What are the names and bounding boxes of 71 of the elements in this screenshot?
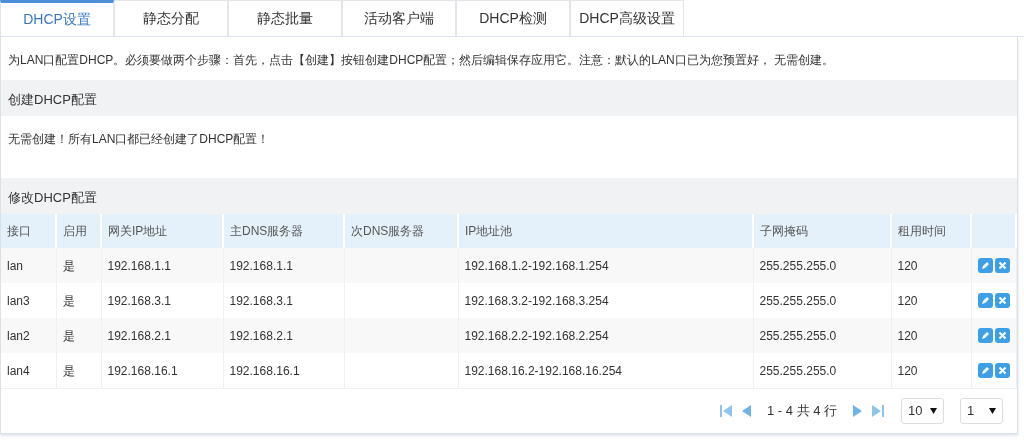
page-select[interactable]: 1 <box>960 398 1003 424</box>
column-header: 次DNS服务器 <box>344 214 458 248</box>
tab[interactable]: 静态批量 <box>228 0 342 36</box>
table-cell: 192.168.3.2-192.168.3.254 <box>464 293 609 308</box>
caret-icon <box>989 408 996 414</box>
table-cell: 是 <box>62 328 75 343</box>
table-cell: 192.168.16.2-192.168.16.254 <box>464 363 622 378</box>
tab[interactable]: 静态分配 <box>114 0 228 36</box>
column-header: 启用 <box>56 214 101 248</box>
edit-button[interactable] <box>977 327 993 343</box>
column-header: IP地址池 <box>458 214 753 248</box>
table-cell: 192.168.2.2-192.168.2.254 <box>464 328 609 343</box>
last-page-icon <box>871 403 885 419</box>
table-cell: lan3 <box>7 293 30 308</box>
table-cell: 120 <box>897 258 918 273</box>
close-icon <box>997 260 1007 270</box>
column-header: 主DNS服务器 <box>223 214 344 248</box>
table-cell: 255.255.255.0 <box>759 328 837 343</box>
table-cell: 120 <box>897 293 918 308</box>
section-header: 修改DHCP配置 <box>1 178 1017 214</box>
delete-button[interactable] <box>994 327 1010 343</box>
column-header: 接口 <box>1 214 56 248</box>
table-cell: lan <box>7 258 23 273</box>
table-cell: lan4 <box>7 363 30 378</box>
table-cell: 是 <box>62 363 75 378</box>
table-cell: 120 <box>897 363 918 378</box>
tab[interactable]: DHCP设置 <box>0 0 114 36</box>
pencil-icon <box>980 295 990 305</box>
delete-button[interactable] <box>994 257 1010 273</box>
close-icon <box>997 330 1007 340</box>
delete-button[interactable] <box>994 292 1010 308</box>
table-cell: 是 <box>62 293 75 308</box>
edit-button[interactable] <box>977 362 993 378</box>
page-size-select[interactable]: 10 <box>901 398 944 424</box>
table-cell: 192.168.2.1 <box>107 328 171 343</box>
tab[interactable]: 活动客户端 <box>342 0 456 36</box>
table-cell: 192.168.1.1 <box>229 258 293 273</box>
page-info: 1 - 4 共 4 行 <box>766 402 837 421</box>
table-cell: lan2 <box>7 328 30 343</box>
pencil-icon <box>980 330 990 340</box>
edit-button[interactable] <box>977 257 993 273</box>
table-cell: 192.168.16.1 <box>107 363 178 378</box>
description-text: 为LAN口配置DHCP。必须要做两个步骤：首先，点击【创建】按钮创建DHCP配置；然后编辑保存应用它。注意：默认的LAN口已为您预置好， 无需创建。 <box>8 53 835 67</box>
tab[interactable]: DHCP高级设置 <box>570 0 684 36</box>
delete-button[interactable] <box>994 362 1010 378</box>
section-header: 创建DHCP配置 <box>1 80 1017 116</box>
column-header: 租用时间 <box>891 214 971 248</box>
table-cell: 192.168.16.1 <box>229 363 300 378</box>
pencil-icon <box>980 365 990 375</box>
table-cell: 255.255.255.0 <box>759 258 837 273</box>
first-page-button[interactable] <box>718 403 733 419</box>
column-header: 子网掩码 <box>753 214 891 248</box>
table-cell: 是 <box>62 258 75 273</box>
table-cell: 120 <box>897 328 918 343</box>
table-cell: 192.168.3.1 <box>229 293 293 308</box>
table-cell: 192.168.1.1 <box>107 258 171 273</box>
status-message: 无需创建！所有LAN口都已经创建了DHCP配置！ <box>8 132 270 146</box>
pencil-icon <box>980 260 990 270</box>
tab[interactable]: DHCP检测 <box>456 0 570 36</box>
last-page-button[interactable] <box>871 403 885 419</box>
close-icon <box>997 295 1007 305</box>
table-cell: 192.168.3.1 <box>107 293 171 308</box>
close-icon <box>997 365 1007 375</box>
table-cell: 255.255.255.0 <box>759 363 837 378</box>
caret-icon <box>930 408 937 414</box>
first-page-icon <box>718 403 733 419</box>
column-header: 网关IP地址 <box>101 214 223 248</box>
table-cell: 192.168.2.1 <box>229 328 293 343</box>
table-cell: 192.168.1.2-192.168.1.254 <box>464 258 609 273</box>
edit-button[interactable] <box>977 292 993 308</box>
table-cell: 255.255.255.0 <box>759 293 837 308</box>
